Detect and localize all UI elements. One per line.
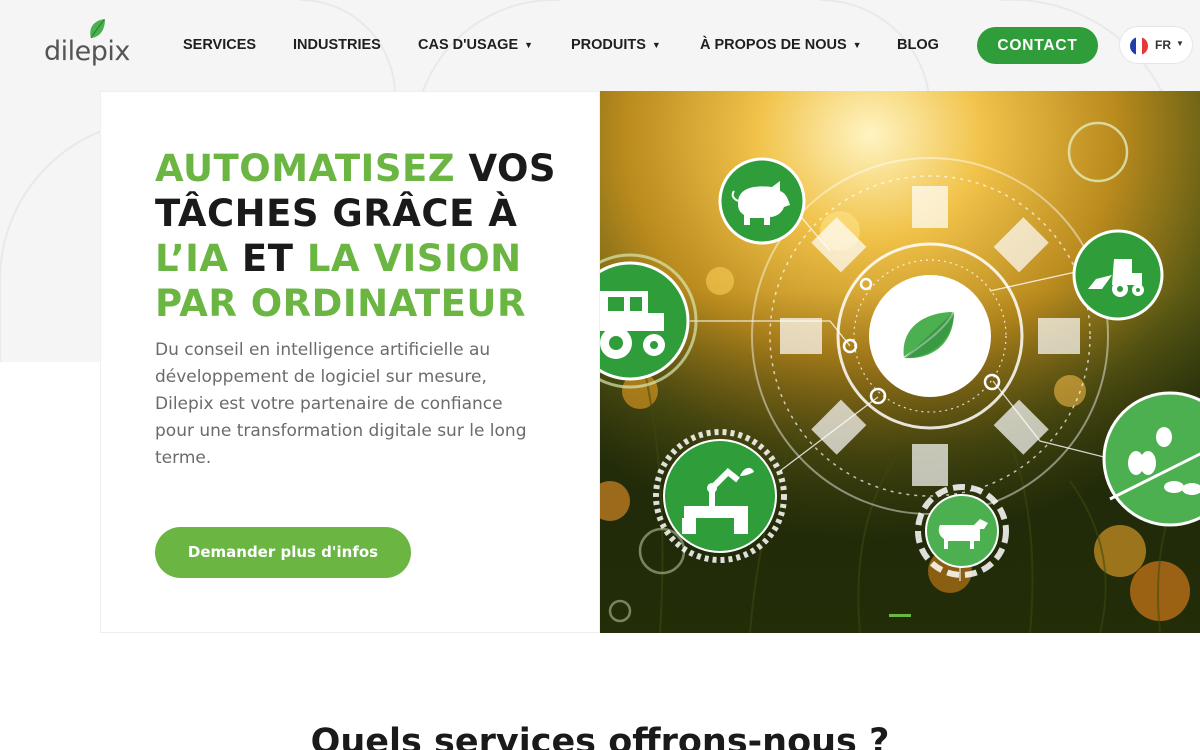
nav-item-label: BLOG [897,37,939,53]
nav-item-label: INDUSTRIES [293,37,381,53]
nav-item-label: SERVICES [183,37,257,53]
headline-part: L’IA [155,237,229,280]
nav-item-blog[interactable]: BLOG [897,36,939,54]
loader-tractor-icon [1072,229,1164,321]
language-code: FR [1155,38,1171,52]
services-section-title: Quels services offrons-nous ? [310,722,890,750]
logo-wordmark: dilepix [44,36,130,67]
nav-item-label: PRODUITS [571,37,646,53]
nav-item-cas-d-usage[interactable]: CAS D'USAGE ▼ [418,36,533,54]
dilepix-logo[interactable]: dilepix [44,18,144,74]
contact-button[interactable]: CONTACT [977,27,1098,64]
chevron-down-icon: ▼ [524,40,534,50]
headline-part: AUTOMATISEZ [155,147,456,190]
hero-image [600,91,1200,633]
chevron-down-icon: ▼ [852,40,862,50]
headline-part: ET [228,237,307,280]
nav-item-label: À PROPOS DE NOUS [700,37,847,53]
chevron-down-icon: ▼ [1176,39,1184,48]
language-selector[interactable]: FR ▼ [1119,26,1193,64]
hero-lead-text: Du conseil en intelligence artificielle … [155,340,527,468]
nav-item-industries[interactable]: INDUSTRIES [293,36,381,54]
nav-item-a-propos[interactable]: À PROPOS DE NOUS ▼ [700,36,862,54]
nav-item-services[interactable]: SERVICES [183,36,256,54]
slider-indicator[interactable] [889,614,911,617]
request-info-button[interactable]: Demander plus d'infos [155,527,411,578]
france-flag-icon [1130,37,1148,55]
pig-icon [718,157,806,245]
chevron-down-icon: ▼ [651,40,661,50]
hero-headline: AUTOMATISEZ VOS TÂCHES GRÂCE À L’IA ET L… [155,146,575,326]
site-header: dilepix SERVICES INDUSTRIES CAS D'USAGE ▼… [0,0,1200,90]
nav-item-produits[interactable]: PRODUITS ▼ [571,36,661,54]
nav-item-label: CAS D'USAGE [418,37,519,53]
